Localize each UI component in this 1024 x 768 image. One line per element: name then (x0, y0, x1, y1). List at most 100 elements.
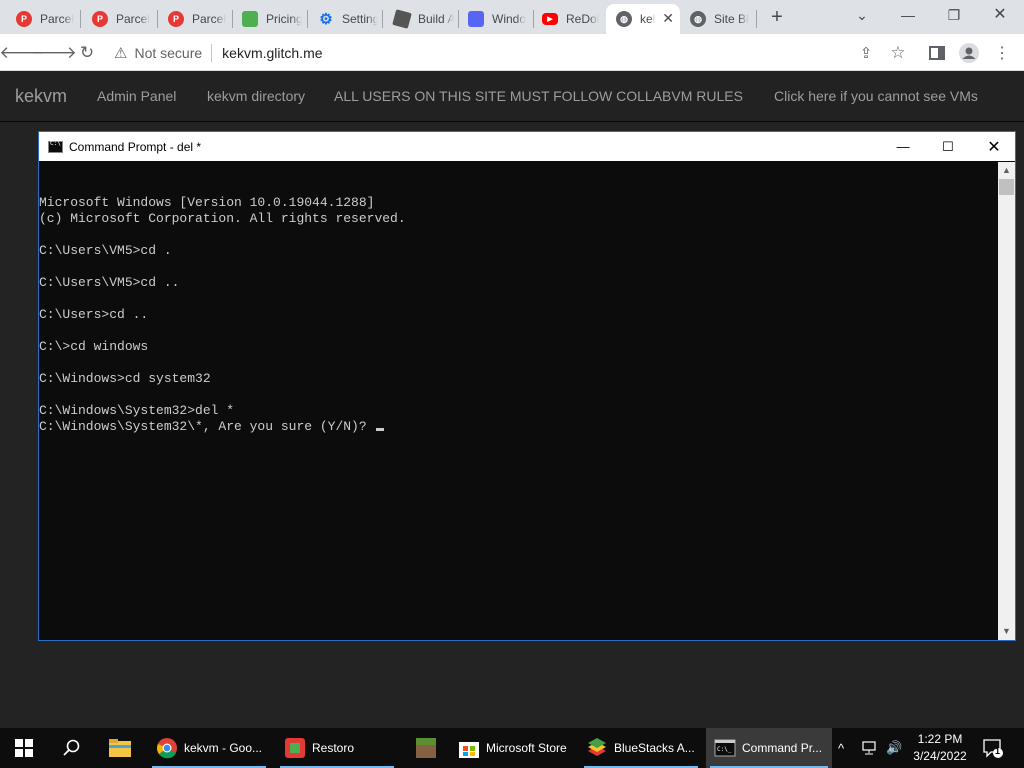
browser-tab[interactable]: ◍ Site Bl (680, 4, 752, 34)
restoro-icon (285, 738, 305, 758)
parcel-icon: P (168, 11, 184, 27)
globe-icon: ◍ (616, 11, 632, 27)
taskbar-item-label: Microsoft Store (486, 741, 567, 755)
clock-time: 1:22 PM (917, 732, 963, 746)
store-icon (459, 742, 479, 758)
taskbar-item-label: Restoro (312, 741, 355, 755)
minecraft-icon (416, 738, 436, 758)
console-line: C:\Windows\System32>del * (39, 403, 235, 418)
taskbar-item-label: kekvm - Goo... (184, 741, 263, 755)
file-explorer-icon[interactable] (98, 728, 142, 768)
pricing-icon (242, 11, 258, 27)
browser-tab[interactable]: P Parcel (6, 4, 74, 34)
windows-logo-icon (15, 739, 33, 757)
parcel-icon: P (92, 11, 108, 27)
taskbar-item-label: Command Pr... (742, 741, 823, 755)
taskbar-chrome[interactable]: kekvm - Goo... (148, 728, 270, 768)
console-line: Microsoft Windows [Version 10.0.19044.12… (39, 195, 375, 210)
menu-kebab-icon[interactable]: ⋮ (991, 42, 1013, 64)
volume-icon[interactable]: 🔊 (886, 728, 902, 768)
close-icon[interactable]: ✕ (980, 4, 1020, 26)
browser-tab[interactable]: Build A (384, 4, 454, 34)
browser-tab[interactable]: ▶ ReDol (532, 4, 604, 34)
search-icon[interactable] (48, 728, 96, 768)
console-output[interactable]: Microsoft Windows [Version 10.0.19044.12… (39, 162, 999, 640)
discord-icon (468, 11, 484, 27)
command-prompt-window[interactable]: Command Prompt - del * — ☐ ✕ Microsoft W… (38, 131, 1016, 641)
network-icon[interactable] (862, 728, 880, 768)
notification-icon[interactable]: 1 (982, 737, 1004, 759)
console-line: C:\Users\VM5>cd .. (39, 275, 180, 290)
console-line: (c) Microsoft Corporation. All rights re… (39, 211, 406, 226)
cmd-title: Command Prompt - del * (69, 139, 202, 154)
scroll-down-icon[interactable]: ▼ (998, 623, 1015, 640)
maximize-icon[interactable]: ☐ (925, 132, 971, 161)
site-brand[interactable]: kekvm (15, 86, 67, 107)
security-status[interactable]: Not secure (134, 45, 202, 61)
tray-chevron-icon[interactable]: ^ (838, 728, 844, 768)
vertical-scrollbar[interactable]: ▲ ▼ (998, 162, 1015, 640)
browser-tab-strip: P Parcel P Parcel P Parcel Pricing ⚙ Set… (0, 0, 1024, 34)
minimize-icon[interactable]: — (888, 4, 928, 26)
browser-tab[interactable]: Pricing (232, 4, 302, 34)
restore-icon[interactable]: ❐ (934, 4, 974, 26)
browser-tab[interactable]: Windo (458, 4, 528, 34)
cmd-titlebar[interactable]: Command Prompt - del * — ☐ ✕ (39, 132, 1015, 161)
taskbar-item-label: BlueStacks A... (614, 741, 695, 755)
confirm-prompt: C:\Windows\System32\*, Are you sure (Y/N… (39, 419, 375, 434)
taskbar-bluestacks[interactable]: BlueStacks A... (580, 728, 702, 768)
nav-directory[interactable]: kekvm directory (207, 88, 305, 104)
browser-tab[interactable]: ⚙ Settings (308, 4, 378, 34)
roblox-icon (392, 9, 412, 29)
chrome-icon (157, 738, 177, 759)
reload-icon[interactable]: ↻ (75, 41, 99, 65)
svg-text:C:\_: C:\_ (717, 746, 732, 753)
taskbar: kekvm - Goo... Restoro Microsoft Store B… (0, 728, 1024, 768)
browser-toolbar: 🡐 🡒 ↻ ⚠ Not secure kekvm.glitch.me ⇪ ☆ ⋮ (0, 34, 1024, 71)
console-line: C:\Windows>cd system32 (39, 371, 211, 386)
browser-tab[interactable]: P Parcel (82, 4, 152, 34)
share-icon[interactable]: ⇪ (855, 42, 877, 64)
scroll-up-icon[interactable]: ▲ (998, 162, 1015, 179)
address-bar[interactable]: ⚠ Not secure kekvm.glitch.me (108, 38, 922, 67)
taskbar-store[interactable]: Microsoft Store (452, 728, 574, 768)
taskbar-restoro[interactable]: Restoro (276, 728, 398, 768)
cmd-icon: C:\_ (714, 739, 736, 757)
nav-admin-panel[interactable]: Admin Panel (97, 88, 176, 104)
text-cursor (376, 428, 385, 431)
taskbar-minecraft[interactable] (404, 728, 448, 768)
minimize-icon[interactable]: — (880, 132, 926, 161)
system-clock[interactable]: 1:22 PM 3/24/2022 (904, 731, 976, 765)
side-panel-icon[interactable] (926, 42, 948, 64)
parcel-icon: P (16, 11, 32, 27)
scroll-thumb[interactable] (999, 179, 1014, 195)
profile-avatar-icon[interactable] (958, 42, 980, 64)
bluestacks-icon (588, 738, 606, 756)
site-navbar: kekvm Admin Panel kekvm directory ALL US… (0, 71, 1024, 122)
nav-cannot-see-vms[interactable]: Click here if you cannot see VMs (774, 88, 978, 104)
console-line: C:\>cd windows (39, 339, 149, 354)
close-tab-icon[interactable]: ✕ (662, 11, 674, 25)
url-text[interactable]: kekvm.glitch.me (222, 45, 322, 61)
new-tab-button[interactable]: + (766, 6, 788, 29)
clock-date: 3/24/2022 (913, 749, 967, 763)
taskbar-cmd[interactable]: C:\_ Command Pr... (706, 728, 832, 768)
tab-search-icon[interactable]: ⌄ (842, 4, 882, 26)
bookmark-star-icon[interactable]: ☆ (887, 42, 909, 64)
browser-tab[interactable]: P Parcel (158, 4, 228, 34)
screen: P Parcel P Parcel P Parcel Pricing ⚙ Set… (0, 0, 1024, 768)
console-prompt-line: C:\Windows\System32\*, Are you sure (Y/N… (39, 419, 999, 435)
close-icon[interactable]: ✕ (971, 132, 1017, 161)
notification-count: 1 (995, 746, 1001, 756)
start-button[interactable] (0, 728, 48, 768)
warning-icon[interactable]: ⚠ (114, 44, 127, 62)
nav-rules[interactable]: ALL USERS ON THIS SITE MUST FOLLOW COLLA… (334, 88, 743, 104)
forward-icon[interactable]: 🡒 (31, 41, 77, 65)
gear-icon: ⚙ (319, 11, 333, 28)
browser-tab-active[interactable]: ◍ kel ✕ (606, 4, 680, 34)
